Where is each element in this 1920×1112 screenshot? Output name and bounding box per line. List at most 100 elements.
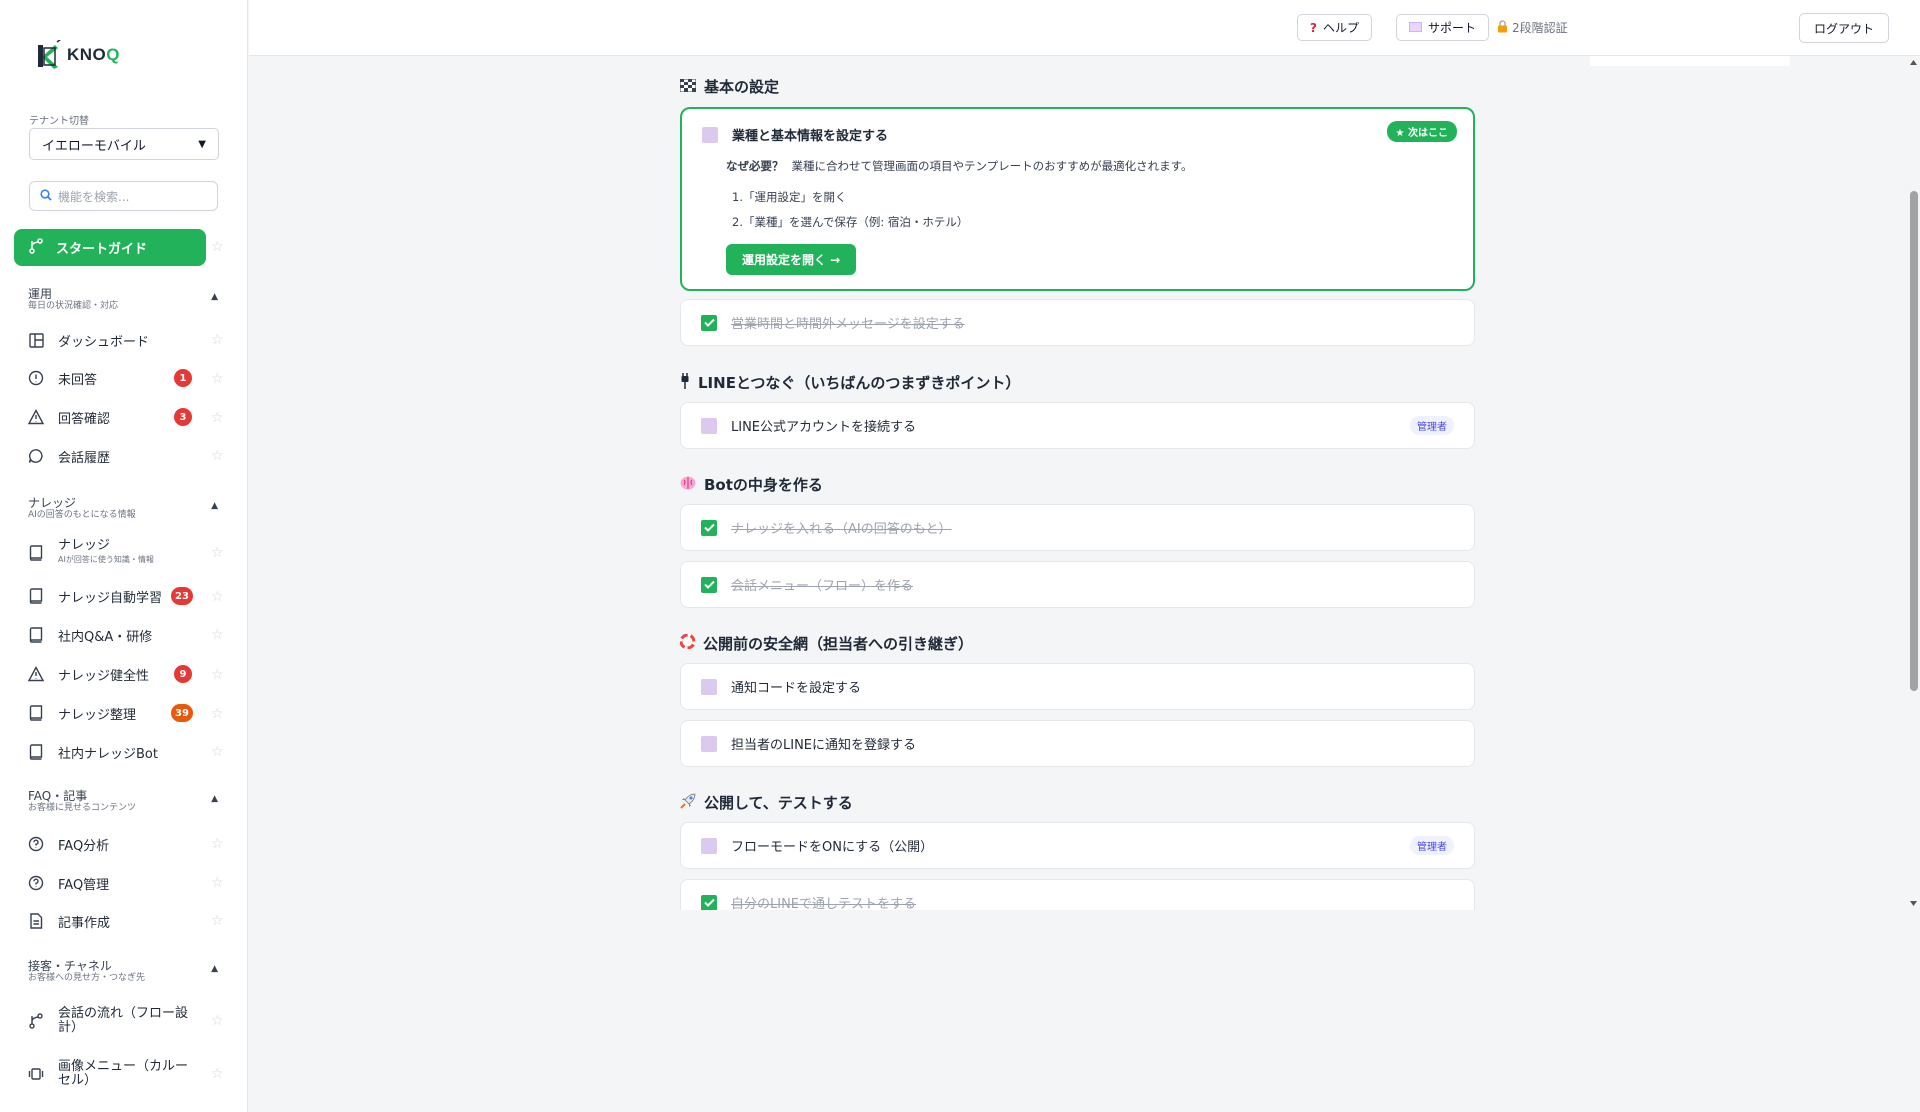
sidebar-item-faq-analysis[interactable]: FAQ分析 (28, 829, 228, 859)
sidebar-item-qa[interactable]: 社内Q&A・研修 (28, 620, 228, 650)
star-icon[interactable]: ☆ (211, 745, 224, 759)
sidebar-item-label: 社内Q&A・研修 (58, 629, 153, 645)
count-badge: 3 (174, 408, 192, 426)
star-icon[interactable]: ☆ (211, 240, 224, 254)
sidebar-item-sublabel: AIが回答に使う知識・情報 (58, 555, 154, 564)
checkmark-icon[interactable] (701, 576, 717, 593)
support-label: サポート (1428, 21, 1477, 35)
chat-bubble-icon (28, 448, 44, 464)
sidebar-item-start-guide[interactable]: スタートガイド (14, 229, 206, 266)
sidebar: KNOQ テナント切替 イエローモバイル ▼ 機能を検索... スタートガイド … (0, 0, 248, 1112)
section-title: 接客・チャネル (28, 959, 112, 973)
count-badge: 9 (174, 665, 192, 683)
sidebar-item-health[interactable]: ナレッジ健全性 (28, 659, 228, 689)
star-icon[interactable]: ☆ (211, 914, 224, 928)
logo[interactable]: KNOQ (37, 38, 121, 70)
sidebar-item-label: FAQ管理 (58, 877, 110, 893)
question-circle-icon (28, 836, 44, 852)
sidebar-item-unanswered[interactable]: 未回答 (28, 363, 228, 393)
sidebar-item-organize[interactable]: ナレッジ整理 (28, 698, 228, 728)
scrollbar[interactable] (1907, 56, 1920, 910)
two-factor-link[interactable]: 2段階認証 (1497, 19, 1568, 36)
task-card[interactable]: ナレッジを入れる（AIの回答のもと） (680, 504, 1475, 551)
sidebar-item-faq-manage[interactable]: FAQ管理 (28, 868, 228, 898)
task-checkbox[interactable] (702, 126, 718, 143)
task-card[interactable]: LINE公式アカウントを接続する 管理者 (680, 402, 1475, 449)
logo-text: KNOQ (67, 45, 121, 64)
sidebar-item-bot[interactable]: 社内ナレッジBot (28, 737, 228, 767)
rocket-icon (680, 793, 696, 813)
task-title: 通知コードを設定する (731, 681, 862, 696)
sidebar-item-article[interactable]: 記事作成 (28, 906, 228, 936)
section-knowledge[interactable]: ナレッジ AIの回答のもとになる情報 ▲ (28, 497, 218, 521)
section-ops[interactable]: 運用 毎日の状況確認・対応 ▲ (28, 288, 218, 312)
star-icon[interactable]: ☆ (211, 876, 224, 890)
sidebar-item-dashboard[interactable]: ダッシュボード (28, 325, 228, 355)
sidebar-item-answer-check[interactable]: 回答確認 (28, 402, 228, 432)
task-card[interactable]: 会話メニュー（フロー）を作る (680, 561, 1475, 608)
star-icon[interactable]: ☆ (211, 707, 224, 721)
why-label: なぜ必要？ (726, 159, 784, 173)
collapse-icon: ▲ (211, 292, 218, 302)
star-icon[interactable]: ☆ (211, 333, 224, 347)
next-badge: ★ 次はここ (1386, 121, 1457, 142)
header-extension (1590, 56, 1790, 66)
task-checkbox[interactable] (701, 735, 717, 752)
star-icon[interactable]: ☆ (211, 628, 224, 642)
star-icon[interactable]: ☆ (211, 1014, 224, 1028)
category-title: 公開前の安全網（担当者への引き継ぎ） (703, 635, 974, 653)
star-icon[interactable]: ☆ (211, 668, 224, 682)
sidebar-item-auto-learn[interactable]: ナレッジ自動学習 (28, 581, 228, 611)
section-channel[interactable]: 接客・チャネル お客様への見せ方・つなぎ先 ▲ (28, 960, 218, 984)
task-card[interactable]: 自分のLINEで通しテストをする (680, 879, 1475, 910)
task-card[interactable]: 担当者のLINEに通知を登録する (680, 720, 1475, 767)
star-icon[interactable]: ☆ (211, 449, 224, 463)
warning-icon (28, 666, 44, 682)
task-checkbox[interactable] (701, 678, 717, 695)
task-checkbox[interactable] (701, 417, 717, 434)
task-title: 自分のLINEで通しテストをする (731, 897, 917, 910)
section-subtitle: AIの回答のもとになる情報 (28, 510, 136, 520)
checkmark-icon[interactable] (701, 894, 717, 910)
checkmark-icon[interactable] (701, 519, 717, 536)
star-icon[interactable]: ☆ (211, 372, 224, 386)
task-card-active[interactable]: 業種と基本情報を設定する ★ 次はここ なぜ必要？ 業種に合わせて管理画面の項目や… (680, 107, 1475, 291)
book-icon (28, 588, 44, 604)
step-2: 2.「業種」を選んで保存（例: 宿泊・ホテル） (732, 215, 969, 229)
logout-label: ログアウト (1814, 21, 1875, 36)
star-icon[interactable]: ☆ (211, 411, 224, 425)
task-card[interactable]: 営業時間と時間外メッセージを設定する (680, 299, 1475, 346)
support-button[interactable]: サポート (1396, 14, 1490, 41)
flow-icon (28, 1013, 44, 1029)
logout-button[interactable]: ログアウト (1799, 13, 1890, 43)
star-icon[interactable]: ☆ (211, 837, 224, 851)
chevron-down-icon: ▼ (198, 138, 206, 150)
tenant-label: テナント切替 (29, 116, 89, 127)
tenant-select[interactable]: イエローモバイル ▼ (29, 128, 219, 160)
book-icon (28, 545, 44, 561)
task-card[interactable]: 通知コードを設定する (680, 663, 1475, 710)
lock-icon (1497, 19, 1508, 36)
section-subtitle: お客様に見せるコンテンツ (28, 803, 137, 813)
star-icon[interactable]: ☆ (211, 1067, 224, 1081)
checkmark-icon[interactable] (701, 314, 717, 331)
carousel-icon (28, 1066, 44, 1082)
sidebar-item-flow[interactable]: 会話の流れ（フロー設計） (28, 1003, 193, 1039)
help-button[interactable]: ? ヘルプ (1297, 14, 1372, 41)
star-icon[interactable]: ☆ (211, 546, 224, 560)
sidebar-item-history[interactable]: 会話履歴 (28, 441, 228, 471)
sidebar-item-carousel[interactable]: 画像メニュー（カルーセル） (28, 1056, 193, 1092)
warning-icon (28, 409, 44, 425)
sidebar-item-knowledge[interactable]: ナレッジ AIが回答に使う知識・情報 (28, 537, 228, 569)
task-checkbox[interactable] (701, 837, 717, 854)
section-faq[interactable]: FAQ・記事 お客様に見せるコンテンツ ▲ (28, 790, 218, 814)
section-title: FAQ・記事 (28, 789, 88, 803)
open-settings-button[interactable]: 運用設定を開く → (726, 244, 857, 275)
brain-icon (680, 476, 696, 494)
sidebar-item-label: 会話の流れ（フロー設計） (58, 1006, 189, 1035)
checkered-flag-icon (680, 78, 697, 96)
star-icon[interactable]: ☆ (211, 590, 224, 604)
task-card[interactable]: フローモードをONにする（公開） 管理者 (680, 822, 1475, 869)
search-input[interactable]: 機能を検索... (29, 181, 218, 211)
sidebar-item-label: スタートガイド (56, 242, 148, 257)
